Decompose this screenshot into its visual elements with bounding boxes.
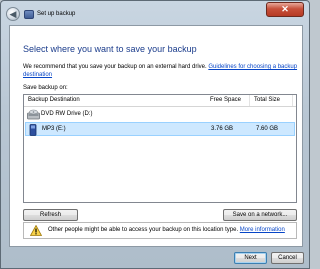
back-arrow-icon: ◀ — [9, 9, 17, 19]
destination-list[interactable]: Backup Destination Free Space Total Size… — [23, 94, 297, 203]
column-separator — [292, 95, 293, 106]
warning-message: Other people might be able to access you… — [48, 227, 285, 233]
warning-icon — [29, 224, 43, 238]
destination-name: MP3 (E:) — [42, 126, 66, 132]
footer: Next Cancel — [1, 247, 309, 268]
next-button[interactable]: Next — [234, 252, 267, 264]
description: We recommend that you save your backup o… — [23, 63, 298, 79]
save-backup-on-label: Save backup on: — [23, 85, 68, 91]
window-title: Set up backup — [37, 11, 76, 17]
warning-text: Other people might be able to access you… — [48, 227, 239, 233]
cancel-button[interactable]: Cancel — [271, 252, 304, 264]
title-bar: ◀ Set up backup ✕ — [1, 1, 309, 25]
list-header: Backup Destination Free Space Total Size — [24, 95, 296, 107]
save-on-network-button[interactable]: Save on a network... — [223, 209, 297, 221]
close-button[interactable]: ✕ — [266, 2, 304, 17]
content-panel: Select where you want to save your backu… — [9, 25, 303, 247]
dvd-drive-icon — [27, 109, 40, 123]
list-item[interactable]: DVD RW Drive (D:) — [25, 108, 295, 122]
column-header-destination[interactable]: Backup Destination — [28, 97, 80, 103]
close-icon: ✕ — [281, 4, 289, 14]
page-heading: Select where you want to save your backu… — [23, 44, 197, 54]
back-button[interactable]: ◀ — [6, 7, 20, 21]
refresh-button[interactable]: Refresh — [23, 209, 78, 221]
more-information-link[interactable]: More information — [240, 227, 285, 233]
free-space-value: 3.76 GB — [211, 126, 234, 132]
column-header-free-space[interactable]: Free Space — [210, 97, 241, 103]
column-separator — [249, 95, 250, 106]
warning-box: Other people might be able to access you… — [23, 222, 297, 239]
total-size-value: 7.60 GB — [256, 126, 279, 132]
backup-app-icon — [24, 10, 34, 19]
column-header-total-size[interactable]: Total Size — [254, 97, 280, 103]
setup-backup-window: ◀ Set up backup ✕ Select where you want … — [0, 0, 310, 269]
destination-name: DVD RW Drive (D:) — [41, 111, 93, 117]
list-item[interactable]: MP3 (E:) 3.76 GB 7.60 GB — [25, 122, 295, 136]
description-text: We recommend that you save your backup o… — [23, 64, 207, 70]
removable-drive-icon — [28, 124, 38, 138]
